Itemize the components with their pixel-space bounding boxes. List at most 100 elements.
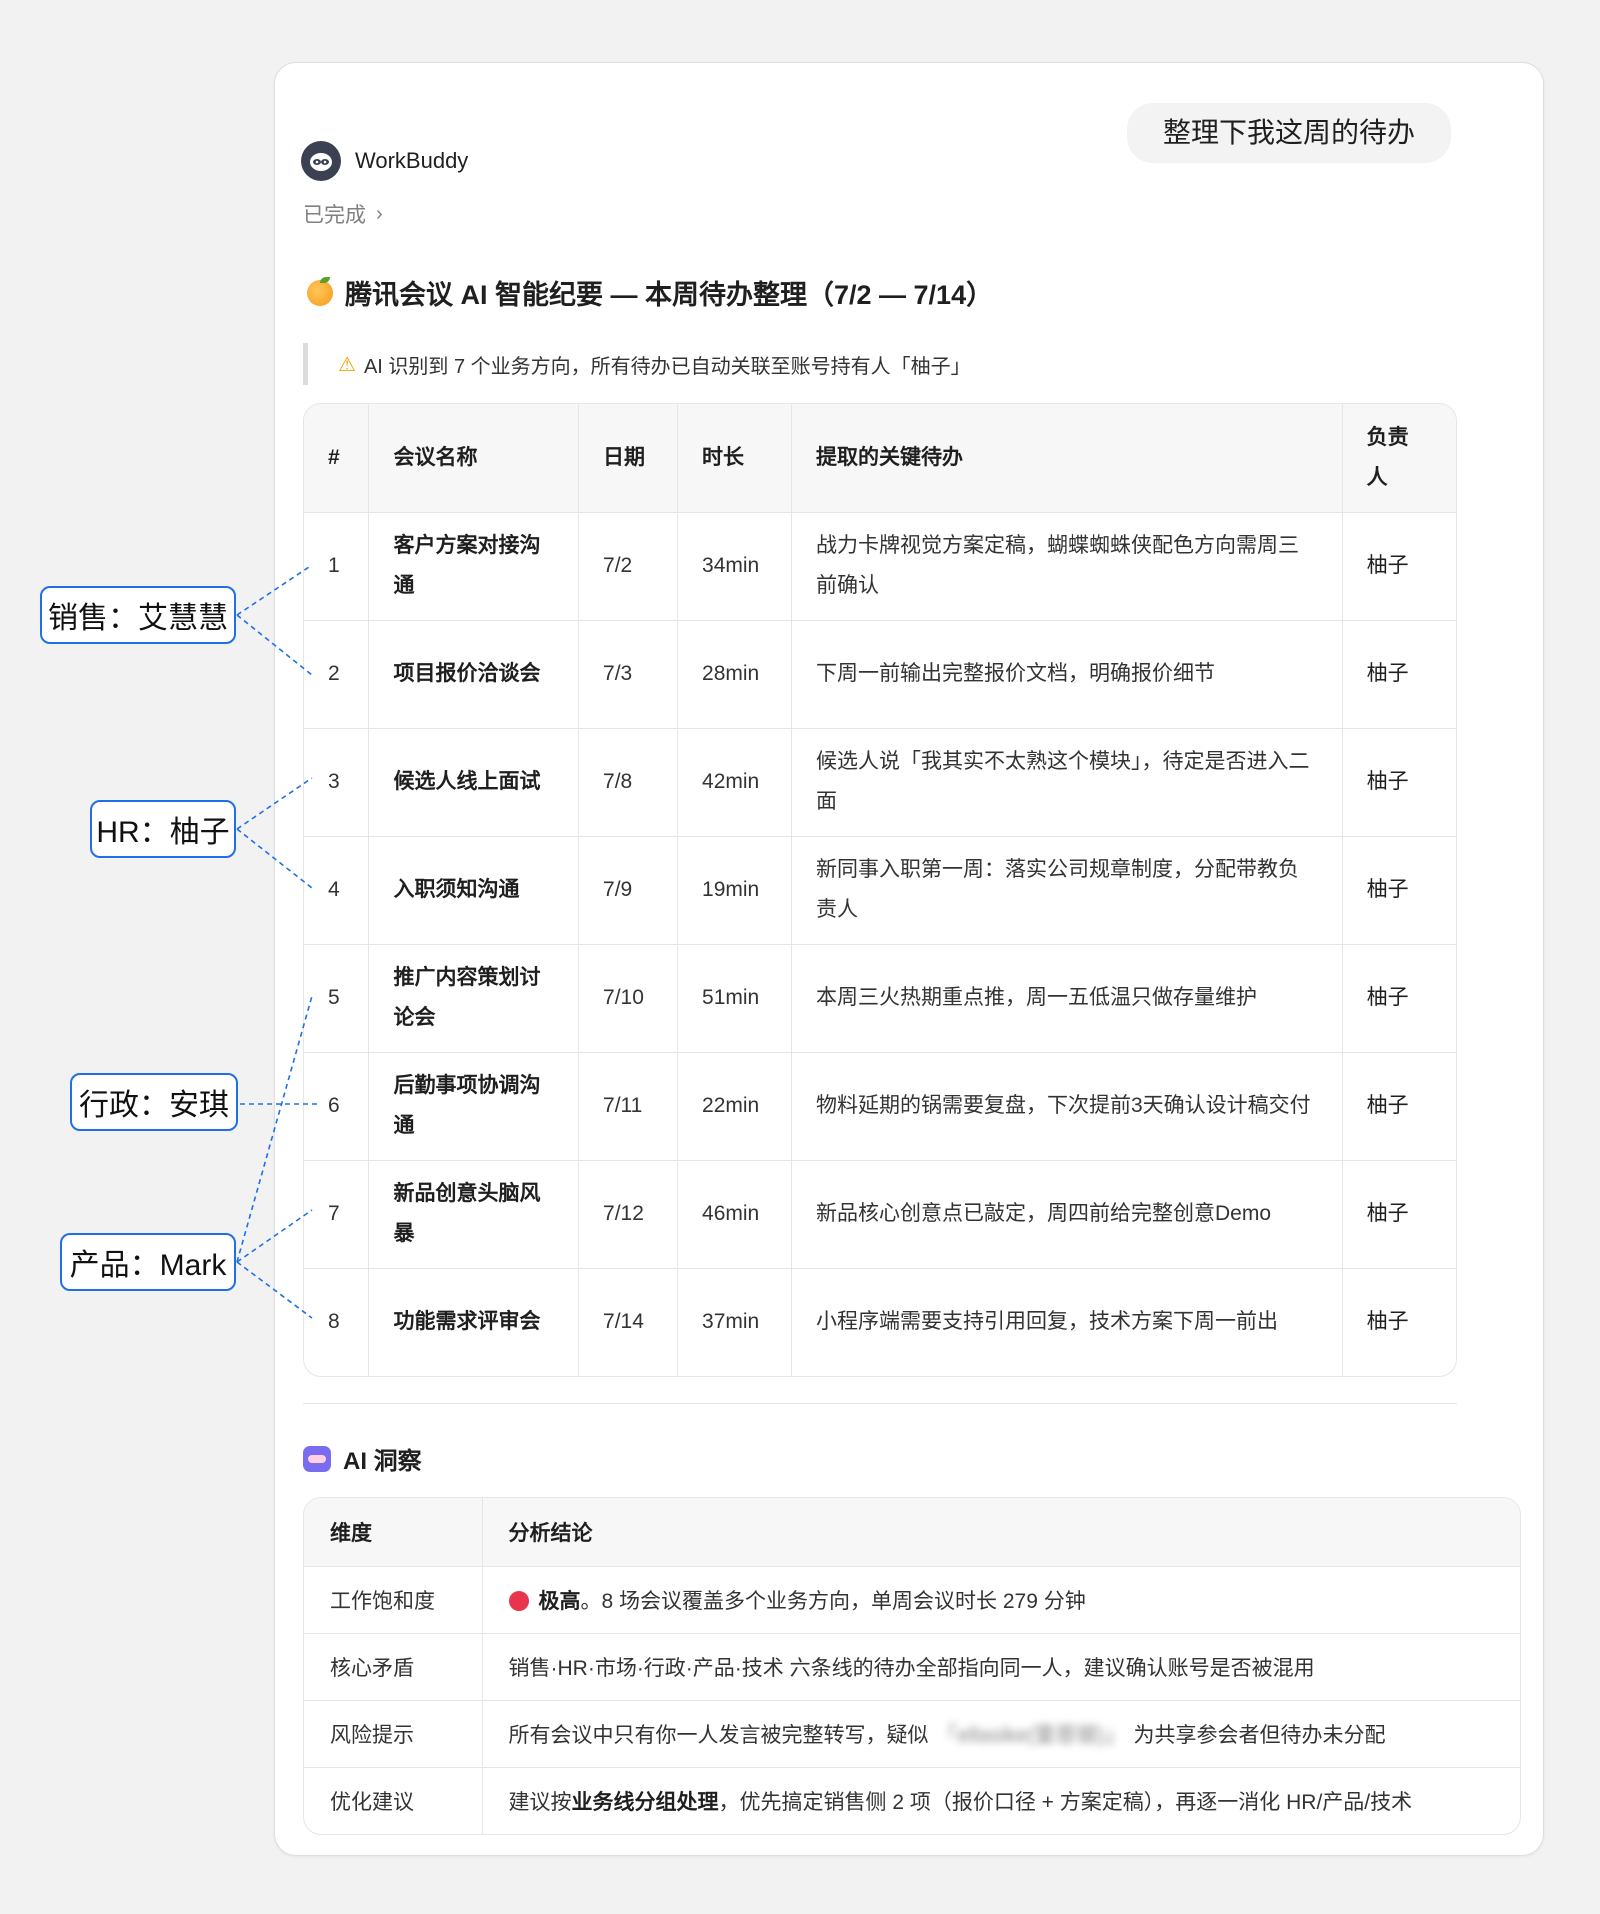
insight-text-before: 所有会议中只有你一人发言被完整转写，疑似 <box>508 1723 929 1747</box>
callout-hr: HR：柚子 <box>90 800 236 858</box>
assistant-header: WorkBuddy <box>301 141 468 181</box>
status-label: 已完成 <box>303 204 366 227</box>
col-num: # <box>304 404 370 513</box>
insight-text-before: 建议按 <box>508 1790 572 1814</box>
insight-row-suggestion: 优化建议 建议按业务线分组处理，优先搞定销售侧 2 项（报价口径 + 方案定稿）… <box>304 1767 1520 1834</box>
row-meeting-name: 推广内容策划讨论会 <box>368 944 580 1053</box>
callout-product: 产品：Mark <box>60 1233 236 1291</box>
blurred-name: 「ellasike(雷恩银)」 <box>936 1723 1126 1747</box>
row-owner: 柚子 <box>1342 1160 1456 1269</box>
row-duration: 51min <box>677 944 792 1053</box>
report-title: 腾讯会议 AI 智能纪要 — 本周待办整理（7/2 — 7/14） <box>307 273 993 312</box>
insights-title: AI 洞察 <box>303 1441 422 1476</box>
row-num: 8 <box>304 1268 370 1376</box>
row-duration: 46min <box>677 1160 792 1269</box>
row-date: 7/8 <box>578 728 679 837</box>
row-date: 7/10 <box>578 944 679 1053</box>
chevron-right-icon: › <box>376 202 383 225</box>
insights-header-row: 维度 分析结论 <box>304 1498 1520 1567</box>
row-date: 7/2 <box>578 512 679 621</box>
report-note: ⚠ AI 识别到 7 个业务方向，所有待办已自动关联至账号持有人「柚子」 <box>303 343 971 385</box>
assistant-name: WorkBuddy <box>355 148 469 173</box>
insight-row-saturation: 工作饱和度 极高。8 场会议覆盖多个业务方向，单周会议时长 279 分钟 <box>304 1566 1520 1634</box>
raccoon-logo-icon <box>310 153 332 171</box>
insight-conclusion: 极高。8 场会议覆盖多个业务方向，单周会议时长 279 分钟 <box>482 1566 1520 1634</box>
col-owner-line2: 人 <box>1366 465 1388 489</box>
insight-dimension: 优化建议 <box>304 1767 483 1834</box>
insight-conclusion: 所有会议中只有你一人发言被完整转写，疑似 「ellasike(雷恩银)」 为共享参会… <box>482 1700 1520 1768</box>
row-date: 7/14 <box>578 1268 679 1376</box>
user-message-bubble: 整理下我这周的待办 <box>1126 103 1451 163</box>
table-row: 8 功能需求评审会 7/14 37min 小程序端需要支持引用回复，技术方案下周一前出柚… <box>304 1268 1456 1376</box>
row-duration: 19min <box>677 836 792 945</box>
row-date: 7/9 <box>578 836 679 945</box>
col-owner-line1: 负责 <box>1366 425 1409 449</box>
row-num: 7 <box>304 1160 370 1269</box>
row-date: 7/3 <box>578 620 679 729</box>
report-title-text: 腾讯会议 AI 智能纪要 — 本周待办整理（7/2 — 7/14） <box>345 280 994 310</box>
row-meeting-name: 项目报价洽谈会 <box>368 620 580 729</box>
row-todo: 本周三火热期重点推，周一五低温只做存量维护 <box>791 944 1343 1053</box>
report-note-text: AI 识别到 7 个业务方向，所有待办已自动关联至账号持有人「柚子」 <box>363 355 971 378</box>
row-todo: 下周一前输出完整报价文档，明确报价细节 <box>791 620 1343 729</box>
row-meeting-name: 入职须知沟通 <box>368 836 580 945</box>
insight-bold: 极高 <box>538 1589 581 1613</box>
todo-table: # 会议名称 日期 时长 提取的关键待办 负责人 1 客户方案对接沟通 7/2 34m… <box>303 403 1457 1377</box>
avatar-icon <box>301 141 341 181</box>
insight-text-after: ，优先搞定销售侧 2 项（报价口径 + 方案定稿），再逐一消化 HR/产品/技术 <box>718 1790 1413 1814</box>
row-num: 2 <box>304 620 370 729</box>
callout-admin: 行政：安琪 <box>70 1073 238 1131</box>
row-date: 7/12 <box>578 1160 679 1269</box>
row-num: 6 <box>304 1052 370 1161</box>
table-row: 6 后勤事项协调沟通 7/11 22min 物料延期的锅需要复盘，下次提前3天确认设计稿… <box>304 1052 1456 1161</box>
row-owner: 柚子 <box>1366 1310 1409 1334</box>
col-duration: 时长 <box>677 404 792 513</box>
insight-bold: 业务线分组处理 <box>571 1790 719 1814</box>
status-toggle[interactable]: 已完成 › <box>303 199 383 229</box>
row-num: 3 <box>304 728 370 837</box>
row-todo: 小程序端需要支持引用回复，技术方案下周一前出 <box>791 1268 1343 1376</box>
row-todo: 候选人说「我其实不太熟这个模块」，待定是否进入二面 <box>791 728 1343 837</box>
col-todo: 提取的关键待办 <box>791 404 1343 513</box>
col-owner: 负责人 <box>1342 404 1456 513</box>
chat-card: 整理下我这周的待办 WorkBuddy 已完成 › 腾讯会议 AI 智能纪要 —… <box>274 62 1544 1856</box>
table-row: 4 入职须知沟通 7/9 19min 新同事入职第一周：落实公司规章制度，分配带教负责人… <box>304 836 1456 945</box>
insights-title-text: AI 洞察 <box>343 1448 422 1475</box>
row-duration: 34min <box>677 512 792 621</box>
table-row: 7 新品创意头脑风暴 7/12 46min 新品核心创意点已敲定，周四前给完整创意Dem… <box>304 1160 1456 1269</box>
row-todo: 新同事入职第一周：落实公司规章制度，分配带教负责人 <box>791 836 1343 945</box>
row-owner: 柚子 <box>1342 1052 1456 1161</box>
insight-text: 。8 场会议覆盖多个业务方向，单周会议时长 279 分钟 <box>580 1589 1086 1613</box>
table-row: 2 项目报价洽谈会 7/3 28min 下周一前输出完整报价文档，明确报价细节 柚子 <box>304 620 1456 729</box>
table-row: 1 客户方案对接沟通 7/2 34min 战力卡牌视觉方案定稿，蝴蝶蜘蛛侠配色方向需周三… <box>304 512 1456 621</box>
row-duration: 28min <box>677 620 792 729</box>
table-row: 3 候选人线上面试 7/8 42min 候选人说「我其实不太熟这个模块」，待定是否进入二… <box>304 728 1456 837</box>
row-meeting-name: 后勤事项协调沟通 <box>368 1052 580 1161</box>
row-owner: 柚子 <box>1342 944 1456 1053</box>
insights-table: 维度 分析结论 工作饱和度 极高。8 场会议覆盖多个业务方向，单周会议时长 27… <box>303 1497 1521 1835</box>
insight-dimension: 工作饱和度 <box>304 1566 483 1634</box>
insight-text-after: 为共享参会者但待办未分配 <box>1133 1723 1386 1747</box>
row-meeting-name: 候选人线上面试 <box>368 728 580 837</box>
insight-conclusion: 销售·HR·市场·行政·产品·技术 六条线的待办全部指向同一人，建议确认账号是否… <box>482 1633 1520 1701</box>
orange-icon <box>307 276 333 306</box>
row-num: 5 <box>304 944 370 1053</box>
status-dot-icon <box>508 1590 529 1611</box>
row-duration: 42min <box>677 728 792 837</box>
insight-row-risk: 风险提示 所有会议中只有你一人发言被完整转写，疑似 「ellasike(雷恩银)」… <box>304 1700 1520 1768</box>
section-divider <box>303 1403 1457 1404</box>
row-num: 1 <box>304 512 370 621</box>
col-dimension: 维度 <box>304 1498 483 1567</box>
row-todo: 物料延期的锅需要复盘，下次提前3天确认设计稿交付 <box>791 1052 1343 1161</box>
row-owner: 柚子 <box>1342 728 1456 837</box>
row-meeting-name: 客户方案对接沟通 <box>368 512 580 621</box>
row-duration: 22min <box>677 1052 792 1161</box>
insight-conclusion: 建议按业务线分组处理，优先搞定销售侧 2 项（报价口径 + 方案定稿），再逐一消… <box>482 1767 1520 1834</box>
row-todo: 战力卡牌视觉方案定稿，蝴蝶蜘蛛侠配色方向需周三前确认 <box>791 512 1343 621</box>
row-meeting-name: 功能需求评审会 <box>368 1268 580 1376</box>
row-date: 7/11 <box>578 1052 679 1161</box>
table-row: 5 推广内容策划讨论会 7/10 51min 本周三火热期重点推，周一五低温只做存量维护… <box>304 944 1456 1053</box>
robot-icon <box>303 1445 331 1472</box>
row-owner: 柚子 <box>1342 512 1456 621</box>
warning-icon: ⚠ <box>338 353 356 376</box>
